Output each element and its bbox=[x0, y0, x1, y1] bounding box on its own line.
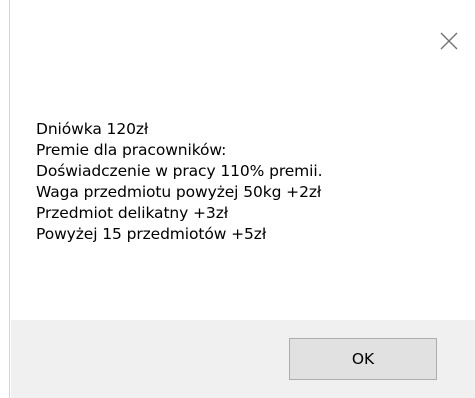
dialog-button-bar: OK bbox=[11, 320, 475, 398]
ok-button[interactable]: OK bbox=[289, 338, 437, 380]
message-line: Dniówka 120zł bbox=[36, 120, 149, 138]
message-line: Waga przedmiotu powyżej 50kg +2zł bbox=[36, 183, 322, 201]
dialog-message: Dniówka 120zł Premie dla pracowników: Do… bbox=[36, 119, 456, 245]
message-line: Powyżej 15 przedmiotów +5zł bbox=[36, 225, 267, 243]
window-edge bbox=[0, 0, 10, 398]
message-line: Doświadczenie w pracy 110% premii. bbox=[36, 162, 323, 180]
message-line: Premie dla pracowników: bbox=[36, 141, 227, 159]
close-icon bbox=[440, 32, 458, 50]
close-button[interactable] bbox=[430, 22, 468, 60]
message-line: Przedmiot delikatny +3zł bbox=[36, 204, 229, 222]
message-dialog: Dniówka 120zł Premie dla pracowników: Do… bbox=[0, 0, 475, 398]
